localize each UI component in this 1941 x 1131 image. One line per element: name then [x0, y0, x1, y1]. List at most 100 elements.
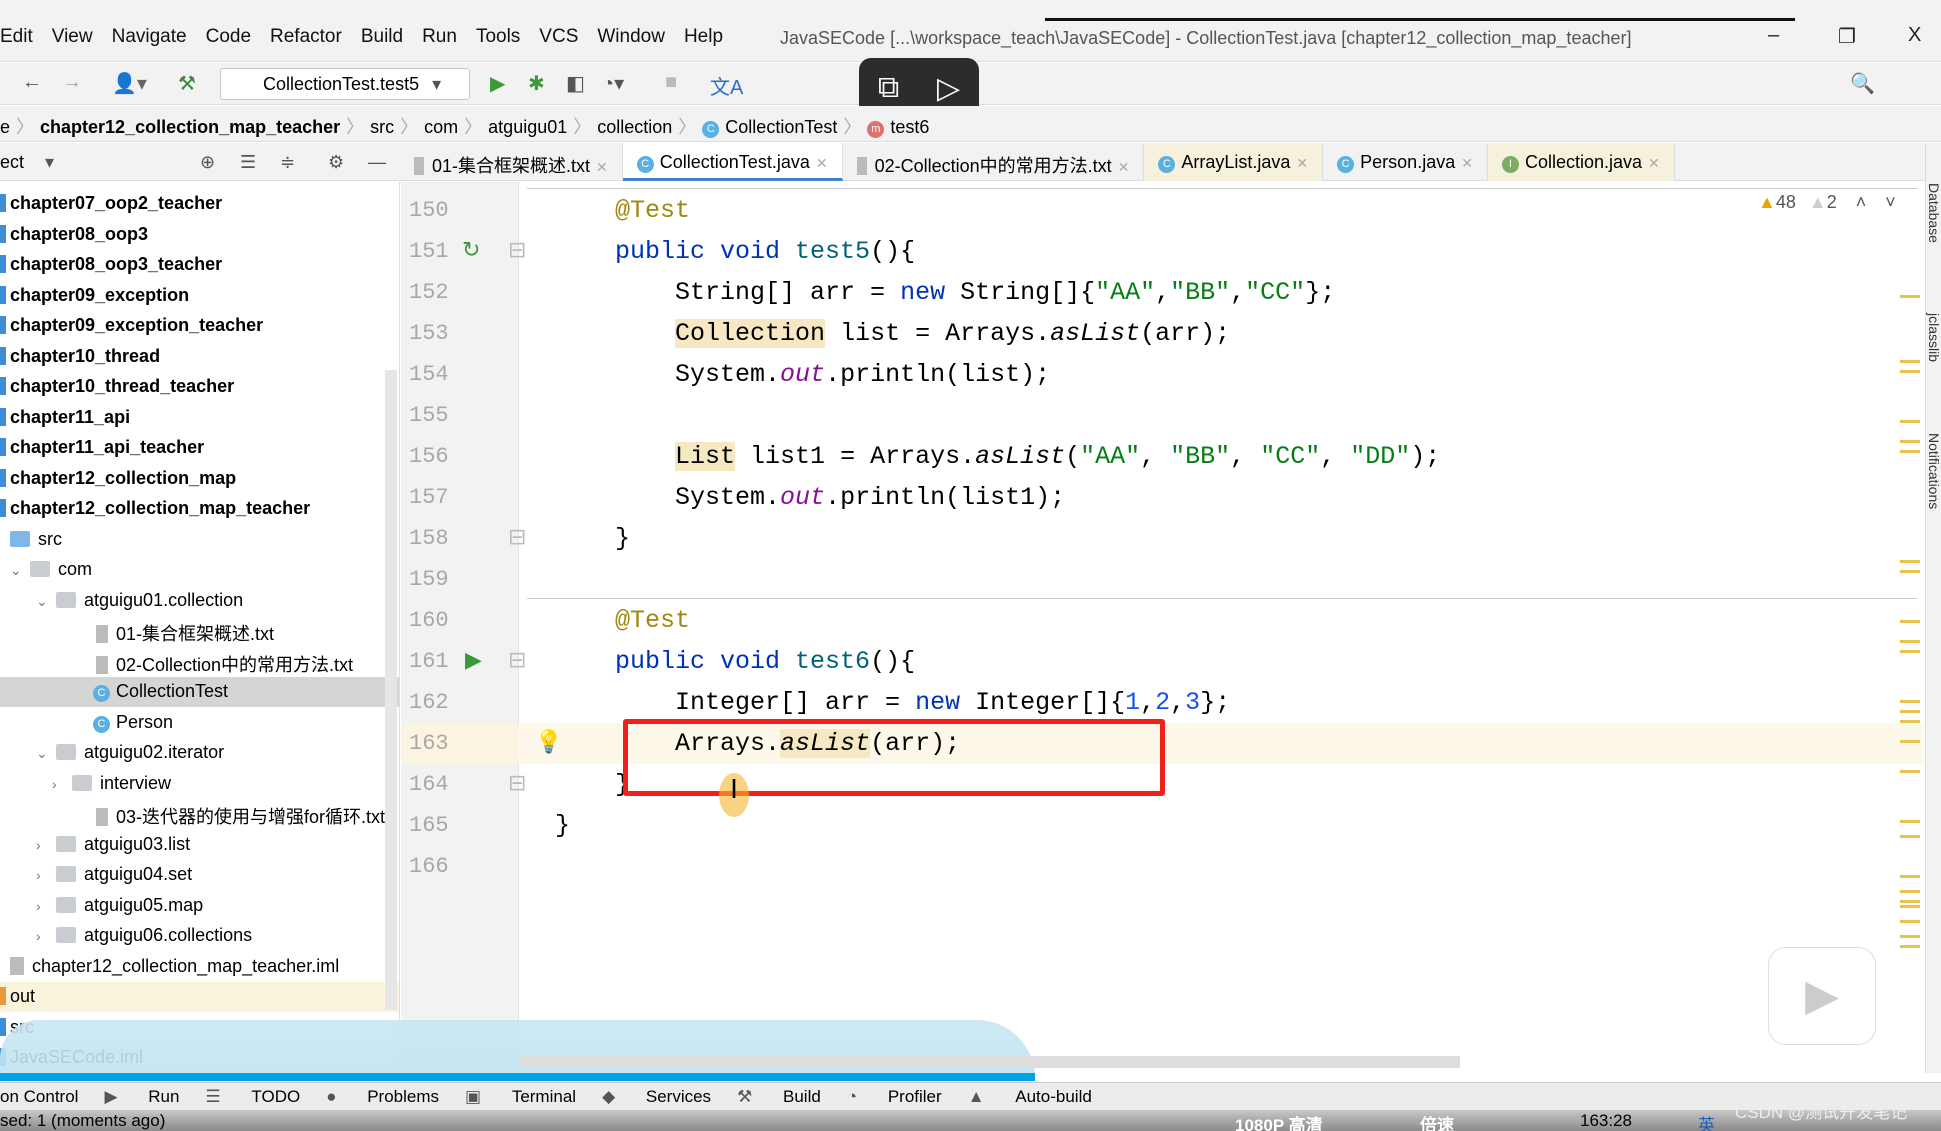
chevron-down-icon[interactable]: ▾: [45, 152, 54, 172]
video-play-button[interactable]: ▶: [1768, 947, 1876, 1045]
tree-item[interactable]: ⌄ atguigu02.iterator: [0, 738, 399, 768]
tree-item[interactable]: chapter09_exception: [0, 281, 399, 311]
tree-item[interactable]: chapter10_thread_teacher: [0, 372, 399, 402]
close-icon[interactable]: ✕: [1296, 155, 1308, 171]
video-ai-icon[interactable]: ▷: [937, 71, 960, 106]
fold-marker-icon[interactable]: ⊟: [508, 524, 526, 550]
tool-window-profiler[interactable]: ◔ Profiler: [847, 1087, 942, 1106]
tree-item[interactable]: › atguigu05.map: [0, 891, 399, 921]
error-stripe-mark[interactable]: [1900, 640, 1920, 643]
tab-collectiontest-java[interactable]: C CollectionTest.java ✕: [622, 143, 843, 181]
tree-item[interactable]: C CollectionTest: [0, 677, 399, 707]
error-stripe-mark[interactable]: [1900, 770, 1920, 773]
code-editor[interactable]: @Test public void test5(){ String[] arr …: [519, 182, 1924, 1072]
close-button[interactable]: X: [1908, 24, 1921, 47]
run-icon[interactable]: ▶: [490, 71, 505, 96]
tree-item[interactable]: ⌄ atguigu01.collection: [0, 586, 399, 616]
rerun-test-icon[interactable]: ↻: [462, 237, 480, 263]
error-stripe-mark[interactable]: [1900, 295, 1920, 298]
close-icon[interactable]: ✕: [1118, 159, 1130, 175]
restore-button[interactable]: ❐: [1838, 24, 1856, 49]
tree-item[interactable]: › interview: [0, 769, 399, 799]
run-configuration-select[interactable]: CollectionTest.test5 ▾: [220, 68, 470, 100]
chevron-down-icon[interactable]: ⌄: [10, 562, 30, 579]
breadcrumb-item[interactable]: collection: [597, 117, 672, 137]
caret-position[interactable]: 163:28: [1580, 1111, 1632, 1131]
tree-item[interactable]: 01-集合框架概述.txt: [0, 616, 399, 646]
error-stripe-mark[interactable]: [1900, 900, 1920, 903]
chevron-down-icon[interactable]: ⌄: [36, 745, 56, 762]
chevron-down-icon[interactable]: ˅: [1885, 192, 1896, 212]
breadcrumb-item[interactable]: src: [370, 117, 394, 137]
tool-window-problems[interactable]: ● Problems: [326, 1087, 439, 1106]
chevron-right-icon[interactable]: ›: [36, 867, 56, 883]
tree-item[interactable]: chapter08_oop3: [0, 220, 399, 250]
tool-window-terminal[interactable]: ▣ Terminal: [465, 1087, 576, 1106]
error-stripe-mark[interactable]: [1900, 370, 1920, 373]
error-stripe-mark[interactable]: [1900, 650, 1920, 653]
tool-window-auto-build[interactable]: ▲ Auto-build: [968, 1087, 1092, 1106]
code-line[interactable]: System.out.println(list);: [519, 354, 1924, 395]
video-speed[interactable]: 倍速: [1420, 1111, 1454, 1131]
menu-build[interactable]: Build: [361, 26, 403, 47]
tool-window-on-control[interactable]: on Control: [0, 1087, 78, 1106]
breadcrumb-item[interactable]: com: [424, 117, 458, 137]
tree-item[interactable]: chapter09_exception_teacher: [0, 311, 399, 341]
code-line[interactable]: Collection list = Arrays.asList(arr);: [519, 313, 1924, 354]
error-stripe-mark[interactable]: [1900, 570, 1920, 573]
error-stripe-mark[interactable]: [1900, 360, 1920, 363]
gear-icon[interactable]: ⚙: [328, 152, 344, 173]
menu-window[interactable]: Window: [597, 26, 665, 47]
jclasslib-tool[interactable]: jclasslib: [1926, 313, 1941, 362]
tree-item[interactable]: 02-Collection中的常用方法.txt: [0, 647, 399, 677]
fold-marker-icon[interactable]: ⊟: [508, 770, 526, 796]
fold-marker-icon[interactable]: ⊟: [508, 237, 526, 263]
error-stripe-mark[interactable]: [1900, 720, 1920, 723]
locate-icon[interactable]: ⊕: [200, 152, 215, 173]
tree-item[interactable]: C Person: [0, 708, 399, 738]
project-panel-title[interactable]: ect: [0, 152, 24, 172]
code-line[interactable]: [519, 846, 1924, 887]
tree-item[interactable]: ⌄ com: [0, 555, 399, 585]
editor-horizontal-scrollbar[interactable]: [520, 1056, 1460, 1068]
back-icon[interactable]: ←: [22, 71, 42, 94]
tree-item[interactable]: chapter12_collection_map_teacher: [0, 494, 399, 524]
tool-window-services[interactable]: ◆ Services: [602, 1087, 711, 1106]
code-line[interactable]: @Test: [519, 600, 1924, 641]
breadcrumb-item[interactable]: atguigu01: [488, 117, 567, 137]
error-stripe-mark[interactable]: [1900, 710, 1920, 713]
video-progress-bar[interactable]: [0, 1073, 1035, 1081]
chevron-right-icon[interactable]: ›: [36, 928, 56, 944]
chevron-right-icon[interactable]: ›: [52, 776, 72, 792]
tree-item[interactable]: › atguigu03.list: [0, 830, 399, 860]
run-test-icon[interactable]: ▶: [465, 647, 482, 673]
error-stripe-mark[interactable]: [1900, 620, 1920, 623]
code-line[interactable]: @Test: [519, 190, 1924, 231]
error-stripe-mark[interactable]: [1900, 740, 1920, 743]
code-line[interactable]: }: [519, 518, 1924, 559]
tree-item[interactable]: chapter12_collection_map: [0, 464, 399, 494]
tool-window-todo[interactable]: ☰ TODO: [205, 1087, 300, 1106]
tab-02-collection-txt[interactable]: 02-Collection中的常用方法.txt ✕: [843, 143, 1145, 181]
tree-item[interactable]: chapter08_oop3_teacher: [0, 250, 399, 280]
tree-item[interactable]: chapter11_api_teacher: [0, 433, 399, 463]
ime-indicator[interactable]: 英: [1698, 1111, 1715, 1131]
error-stripe-mark[interactable]: [1900, 875, 1920, 878]
menu-view[interactable]: View: [52, 26, 93, 47]
forward-icon[interactable]: →: [62, 71, 82, 94]
error-stripe-mark[interactable]: [1900, 835, 1920, 838]
menu-tools[interactable]: Tools: [476, 26, 520, 47]
search-icon[interactable]: 🔍: [1850, 71, 1875, 96]
tree-item[interactable]: chapter10_thread: [0, 342, 399, 372]
tree-item[interactable]: out: [0, 982, 399, 1012]
code-line[interactable]: public void test6(){: [519, 641, 1924, 682]
menu-refactor[interactable]: Refactor: [270, 26, 342, 47]
error-stripe-mark[interactable]: [1900, 945, 1920, 948]
error-stripe-mark[interactable]: [1900, 905, 1920, 908]
tree-item[interactable]: chapter11_api: [0, 403, 399, 433]
chevron-up-icon[interactable]: ˄: [1856, 192, 1867, 212]
close-icon[interactable]: ✕: [1461, 155, 1473, 171]
tree-item[interactable]: 03-迭代器的使用与增强for循环.txt: [0, 799, 399, 829]
menu-help[interactable]: Help: [684, 26, 723, 47]
fold-marker-icon[interactable]: ⊟: [508, 647, 526, 673]
